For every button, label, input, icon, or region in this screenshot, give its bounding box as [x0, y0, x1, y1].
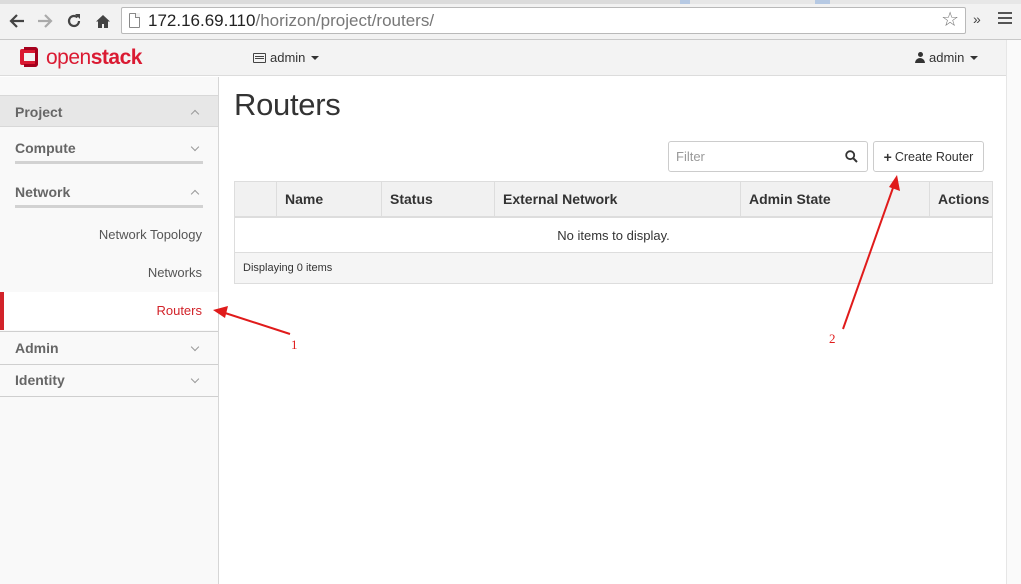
user-name: admin [929, 50, 965, 65]
sidebar-divider [0, 396, 218, 397]
search-icon[interactable] [845, 150, 858, 163]
sidebar-item-network-topology[interactable]: Network Topology [0, 227, 218, 242]
select-all-column[interactable] [235, 182, 276, 216]
project-dropdown[interactable]: admin [253, 50, 320, 65]
sidebar-group-label: Network [15, 184, 71, 200]
sidebar-group-compute[interactable]: Compute [15, 132, 203, 164]
openstack-logo-icon [20, 47, 40, 69]
user-dropdown[interactable]: admin [915, 50, 979, 65]
caret-down-icon [970, 55, 979, 60]
url-text[interactable]: 172.16.69.110/horizon/project/routers/ [148, 11, 434, 31]
annotation-label-1: 1 [291, 337, 298, 352]
sidebar-section-identity[interactable]: Identity [0, 364, 218, 396]
chevron-down-icon [190, 374, 200, 384]
page-scrollbar[interactable] [1006, 40, 1021, 584]
sidebar-group-label: Compute [15, 140, 76, 156]
sidebar-section-admin[interactable]: Admin [0, 332, 218, 364]
sidebar-section-label: Admin [15, 340, 59, 356]
sidebar-section-label: Project [15, 104, 63, 120]
chevron-up-icon [190, 189, 200, 199]
sidebar-group-network[interactable]: Network [15, 176, 203, 208]
tab-strip [0, 0, 1021, 4]
project-name: admin [270, 50, 306, 65]
project-icon [253, 52, 266, 63]
column-header-actions: Actions [929, 182, 992, 216]
table-header: Name Status External Network Admin State… [235, 182, 992, 218]
chevron-down-icon [190, 142, 200, 152]
extensions-overflow-icon[interactable]: » [973, 11, 981, 27]
chevron-up-icon [190, 109, 200, 119]
reload-icon[interactable] [63, 10, 85, 32]
sidebar: Project Compute Network Network Topology… [0, 77, 219, 584]
annotation-label-2: 2 [829, 331, 836, 346]
create-router-label: Create Router [894, 149, 974, 164]
column-header-name[interactable]: Name [276, 182, 381, 216]
filter-field[interactable] [668, 141, 868, 172]
create-router-button[interactable]: + Create Router [873, 141, 984, 172]
top-navbar: openstack admin admin [0, 40, 1021, 76]
browser-toolbar: 172.16.69.110/horizon/project/routers/ ☆… [0, 0, 1021, 40]
plus-icon: + [883, 148, 892, 165]
column-header-external-network[interactable]: External Network [494, 182, 740, 216]
caret-down-icon [311, 55, 320, 60]
chevron-down-icon [190, 342, 200, 352]
home-icon[interactable] [92, 10, 114, 32]
sidebar-item-routers[interactable]: Routers [0, 292, 218, 330]
column-header-status[interactable]: Status [381, 182, 494, 216]
empty-message: No items to display. [235, 218, 992, 253]
page-title: Routers [234, 87, 341, 122]
annotation-arrow-1 [221, 311, 291, 335]
user-icon [915, 52, 925, 63]
table-footer: Displaying 0 items [235, 253, 992, 283]
column-header-admin-state[interactable]: Admin State [740, 182, 929, 216]
forward-arrow-icon[interactable] [34, 10, 56, 32]
filter-input[interactable] [670, 143, 835, 170]
bookmark-star-icon[interactable]: ☆ [941, 10, 959, 30]
browser-menu-icon[interactable] [998, 12, 1012, 26]
routers-table: Name Status External Network Admin State… [234, 181, 993, 284]
sidebar-section-project[interactable]: Project [0, 95, 218, 127]
logo-text: openstack [46, 46, 142, 69]
sidebar-item-networks[interactable]: Networks [0, 265, 218, 280]
back-arrow-icon[interactable] [6, 10, 28, 32]
address-bar[interactable]: 172.16.69.110/horizon/project/routers/ ☆ [121, 7, 966, 34]
sidebar-section-label: Identity [15, 372, 65, 388]
page-icon [129, 13, 140, 28]
openstack-logo[interactable]: openstack [20, 45, 142, 71]
